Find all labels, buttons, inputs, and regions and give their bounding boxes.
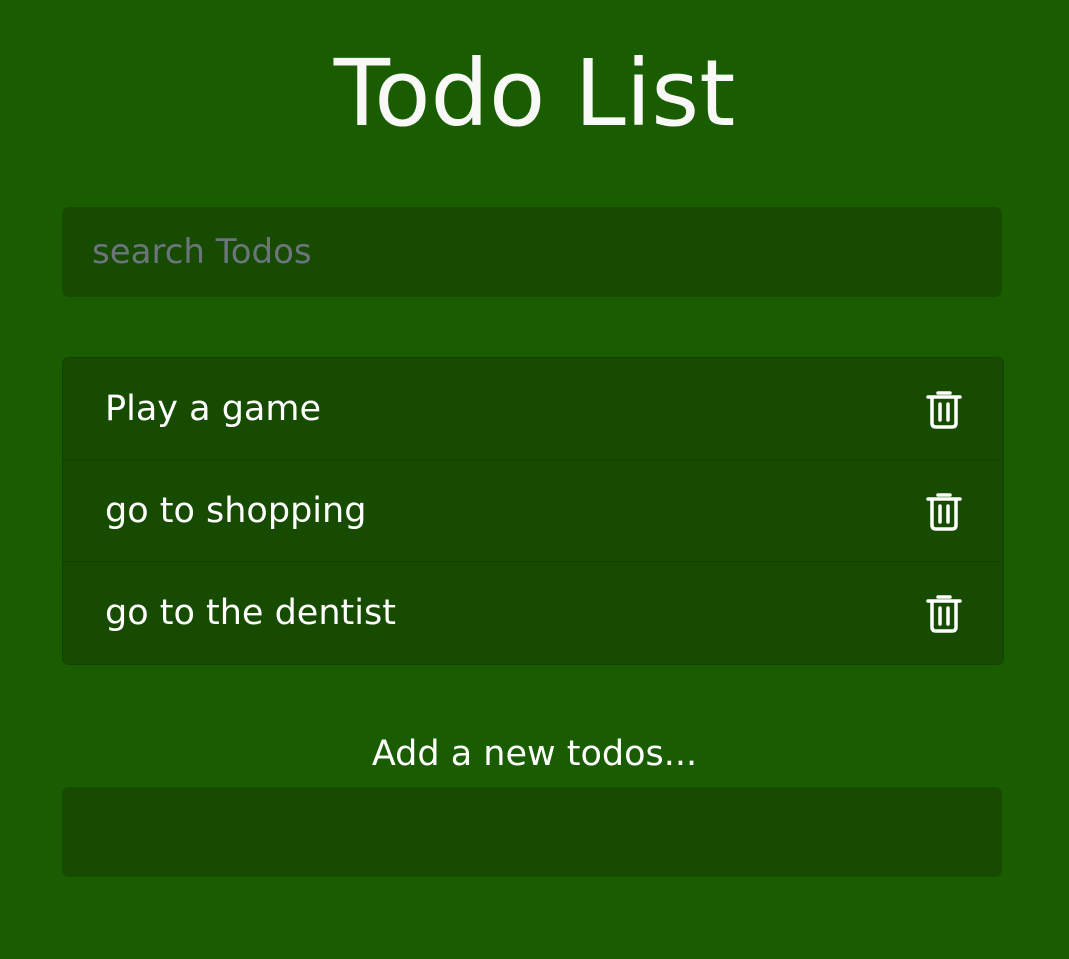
todo-text: Play a game [105,388,321,429]
search-input[interactable] [62,207,1002,297]
add-todo-form [62,787,1002,877]
todo-text: go to shopping [105,490,367,531]
trash-icon[interactable] [925,490,963,532]
trash-icon[interactable] [925,592,963,634]
add-todo-input[interactable] [62,787,1002,877]
todo-item: go to the dentist [63,562,1003,664]
search-form [62,207,1002,297]
todo-text: go to the dentist [105,593,396,633]
trash-icon[interactable] [925,388,963,430]
todo-item: Play a game [63,358,1003,460]
page-title: Todo List [333,40,736,147]
todo-list: Play a game go to shopping go to the den… [62,357,1004,665]
todo-item: go to shopping [63,460,1003,562]
add-todo-label: Add a new todos... [371,734,698,774]
